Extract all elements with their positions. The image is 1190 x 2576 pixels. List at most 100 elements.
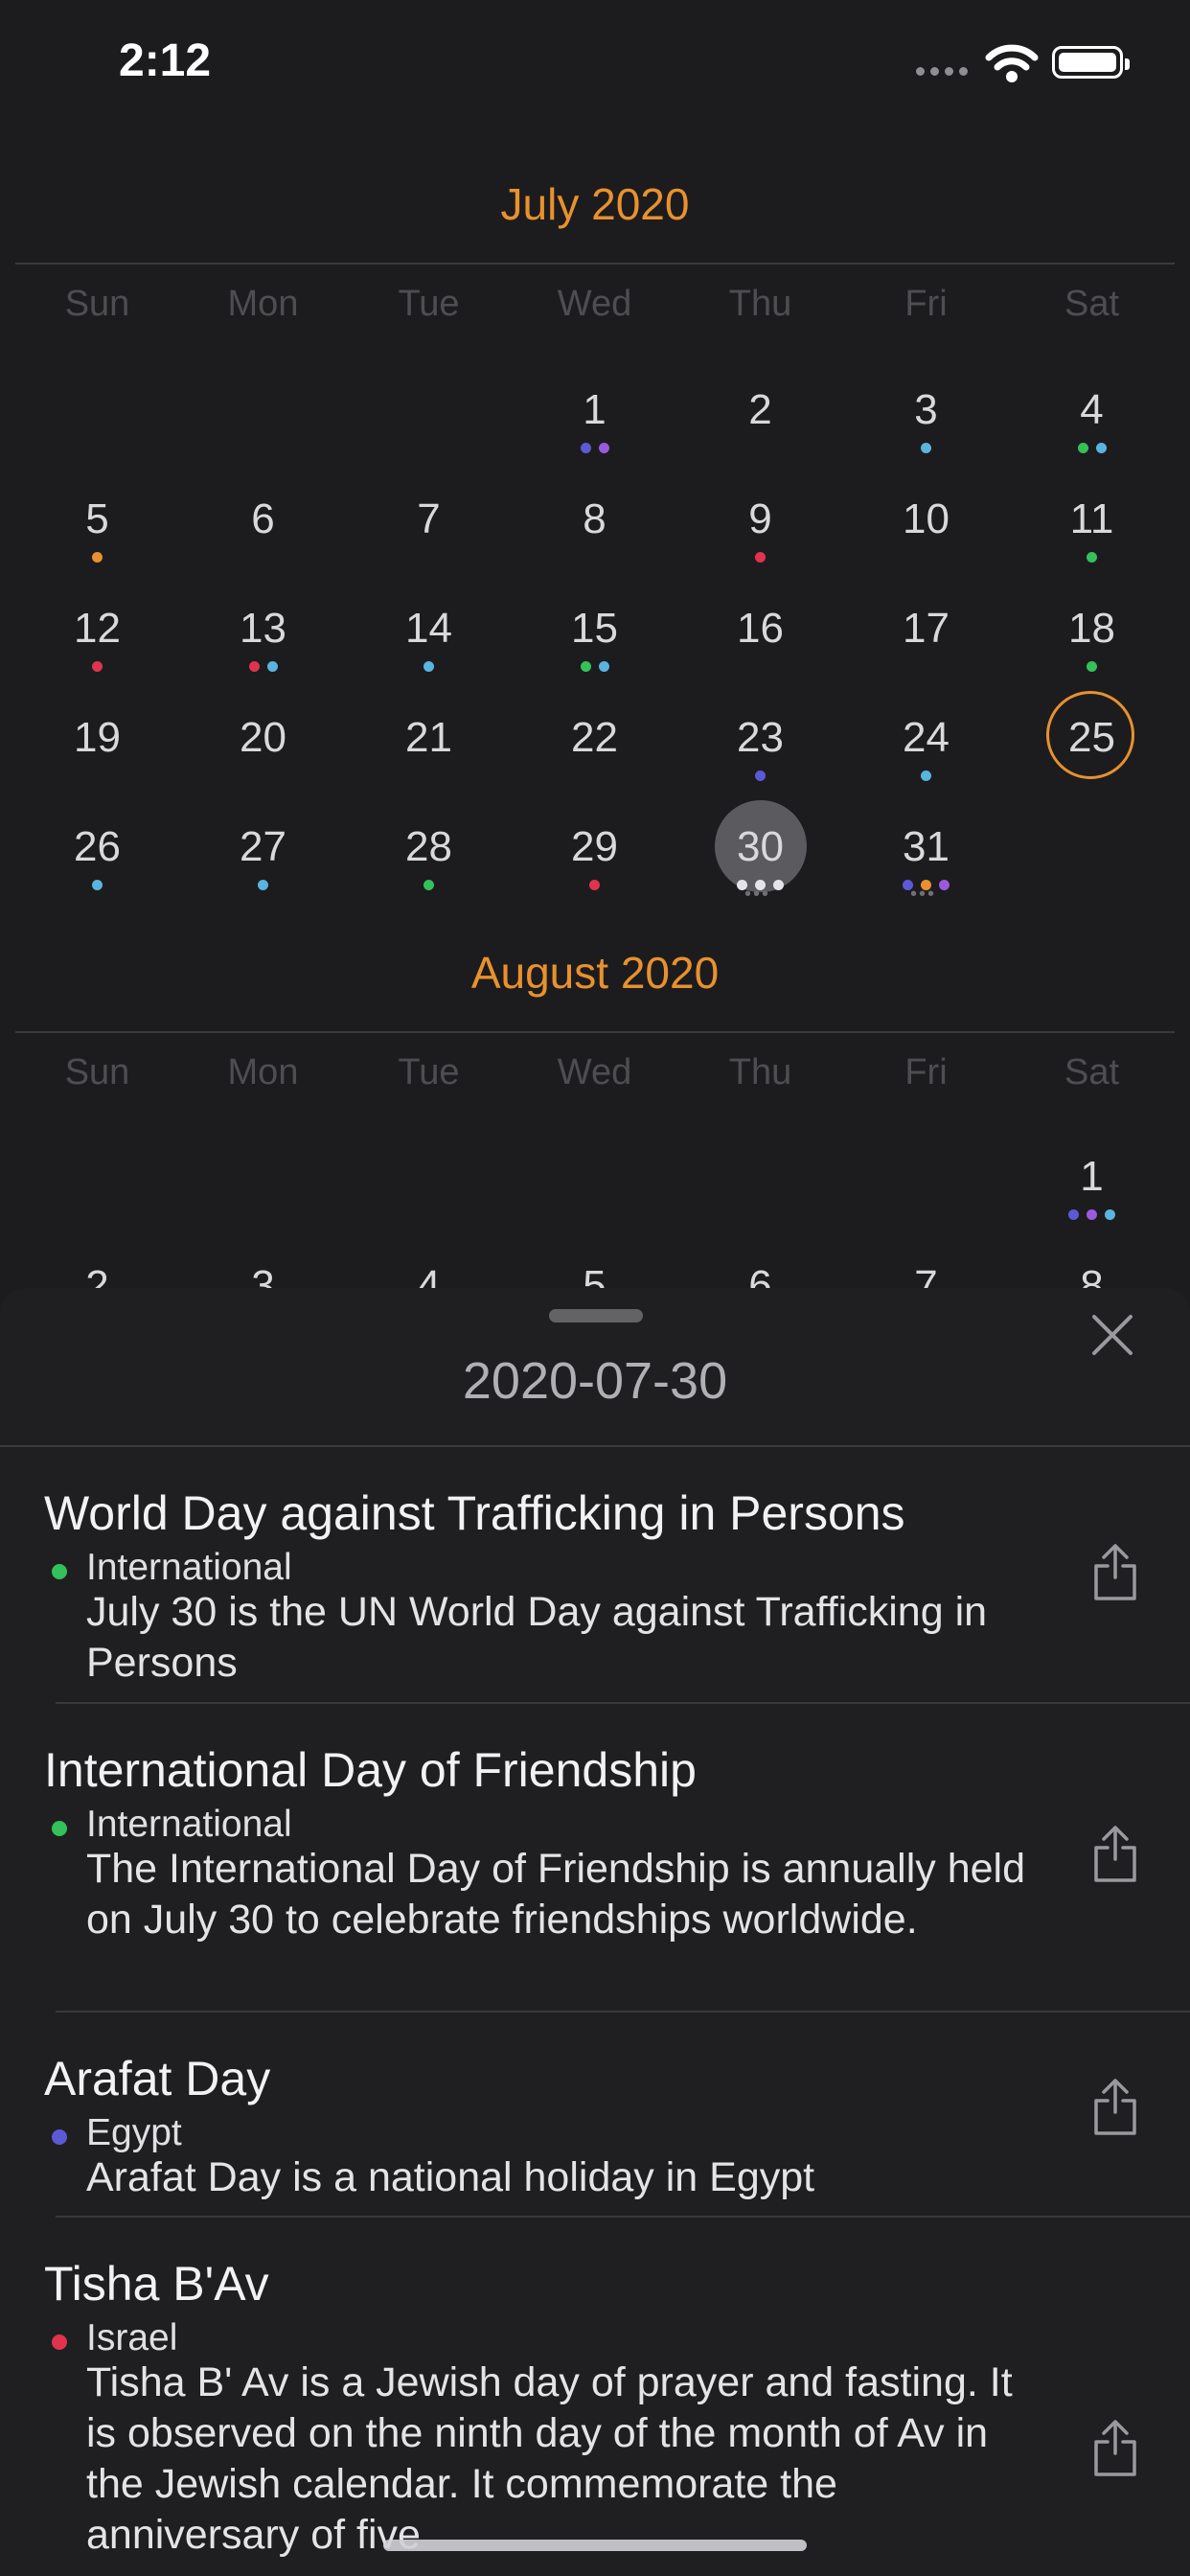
month-title-august: August 2020	[470, 948, 720, 998]
day-number: 28	[405, 823, 452, 870]
day-cell[interactable]: 23	[677, 711, 843, 816]
event-dot	[1068, 1209, 1079, 1220]
divider	[15, 1031, 1175, 1033]
weekday-tue: Tue	[398, 1052, 460, 1092]
day-number: 14	[405, 605, 452, 652]
weekday-fri: Fri	[904, 284, 948, 324]
selected-date: 2020-07-30	[462, 1352, 728, 1410]
share-icon[interactable]	[1090, 1543, 1140, 1602]
day-number: 10	[903, 495, 950, 542]
event-dots	[1009, 1209, 1175, 1220]
day-number: 16	[737, 605, 784, 652]
day-cell[interactable]: 25	[1009, 711, 1175, 816]
event-dot	[939, 880, 950, 890]
event-dots	[180, 661, 346, 672]
event-dot	[1087, 661, 1097, 672]
event-dots	[14, 552, 180, 563]
day-number: 19	[74, 714, 121, 761]
home-indicator[interactable]	[383, 2540, 807, 2551]
event-country: International	[86, 1804, 292, 1845]
day-cell[interactable]: 5	[14, 493, 180, 598]
event-dot	[1095, 443, 1107, 453]
event-dot	[580, 443, 591, 453]
divider	[15, 263, 1175, 264]
day-cell[interactable]: 14	[346, 602, 512, 707]
day-cell[interactable]: 24	[843, 711, 1009, 816]
event-dot	[423, 661, 434, 672]
event-dots	[512, 443, 677, 453]
event-country: International	[86, 1547, 292, 1588]
weekday-tue: Tue	[398, 284, 460, 324]
event-dots	[677, 552, 843, 563]
event-dots	[1009, 552, 1175, 563]
day-cell[interactable]: 11	[1009, 493, 1175, 598]
event-dot	[921, 770, 931, 781]
day-cell[interactable]: 26	[14, 820, 180, 926]
event-dot	[589, 880, 600, 890]
event-dot	[1105, 1209, 1115, 1220]
day-cell[interactable]: 21	[346, 711, 512, 816]
event-description: July 30 is the UN World Day against Traf…	[86, 1589, 988, 1686]
day-cell[interactable]: 29	[512, 820, 677, 926]
event-dots	[346, 661, 512, 672]
weekday-fri: Fri	[904, 1052, 948, 1092]
weekday-sat: Sat	[1064, 1052, 1120, 1092]
day-cell[interactable]: 12	[14, 602, 180, 707]
day-cell[interactable]: 6	[180, 493, 346, 598]
sheet-handle[interactable]	[549, 1309, 643, 1322]
event-dots	[677, 770, 843, 781]
weekday-sat: Sat	[1064, 284, 1120, 324]
wifi-icon	[985, 44, 1039, 82]
day-cell[interactable]: 16	[677, 602, 843, 707]
event-dot	[598, 443, 609, 453]
day-cell[interactable]: 28	[346, 820, 512, 926]
event-dot	[1077, 443, 1088, 453]
event-color-dot	[52, 2129, 67, 2145]
day-cell[interactable]: 18	[1009, 602, 1175, 707]
event-dot	[1087, 1209, 1097, 1220]
day-cell[interactable]: 1	[512, 383, 677, 489]
event-dot	[773, 880, 784, 890]
day-cell[interactable]: 9	[677, 493, 843, 598]
event-dot	[92, 552, 103, 563]
day-cell[interactable]: 3	[843, 383, 1009, 489]
day-cell[interactable]: 19	[14, 711, 180, 816]
weekday-header: Sun Mon Tue Wed Thu Fri Sat	[0, 1052, 1190, 1110]
weekday-sun: Sun	[64, 1052, 130, 1092]
day-number: 9	[748, 495, 772, 542]
share-icon[interactable]	[1090, 2419, 1140, 2478]
day-number: 3	[914, 386, 938, 433]
day-cell[interactable]: 17	[843, 602, 1009, 707]
day-cell[interactable]: 13	[180, 602, 346, 707]
day-cell[interactable]: 27	[180, 820, 346, 926]
day-number: 7	[417, 495, 441, 542]
weekday-thu: Thu	[728, 284, 792, 324]
event-dots	[14, 661, 180, 672]
day-number: 24	[903, 714, 950, 761]
event-country: Israel	[86, 2317, 178, 2358]
day-cell[interactable]: 4	[1009, 383, 1175, 489]
day-cell[interactable]: 1	[1009, 1150, 1175, 1255]
day-cell[interactable]: 20	[180, 711, 346, 816]
event-color-dot	[52, 1564, 67, 1579]
day-cell[interactable]: 10	[843, 493, 1009, 598]
event-description: The International Day of Friendship is a…	[86, 1846, 1026, 1943]
day-cell[interactable]: 30	[677, 820, 843, 926]
day-cell[interactable]: 22	[512, 711, 677, 816]
day-number: 29	[571, 823, 618, 870]
day-cell[interactable]: 2	[677, 383, 843, 489]
event-dot	[248, 661, 260, 672]
day-cell[interactable]: 7	[346, 493, 512, 598]
status-time: 2:12	[119, 35, 212, 86]
share-icon[interactable]	[1090, 1825, 1140, 1884]
day-cell[interactable]: 8	[512, 493, 677, 598]
day-number: 8	[583, 495, 606, 542]
event-dots	[843, 443, 1009, 453]
divider	[56, 1702, 1190, 1704]
event-dot	[1087, 552, 1097, 563]
share-icon[interactable]	[1090, 2078, 1140, 2137]
weekday-mon: Mon	[227, 284, 299, 324]
day-cell[interactable]: 15	[512, 602, 677, 707]
day-cell[interactable]: 31	[843, 820, 1009, 926]
day-number: 2	[748, 386, 772, 433]
